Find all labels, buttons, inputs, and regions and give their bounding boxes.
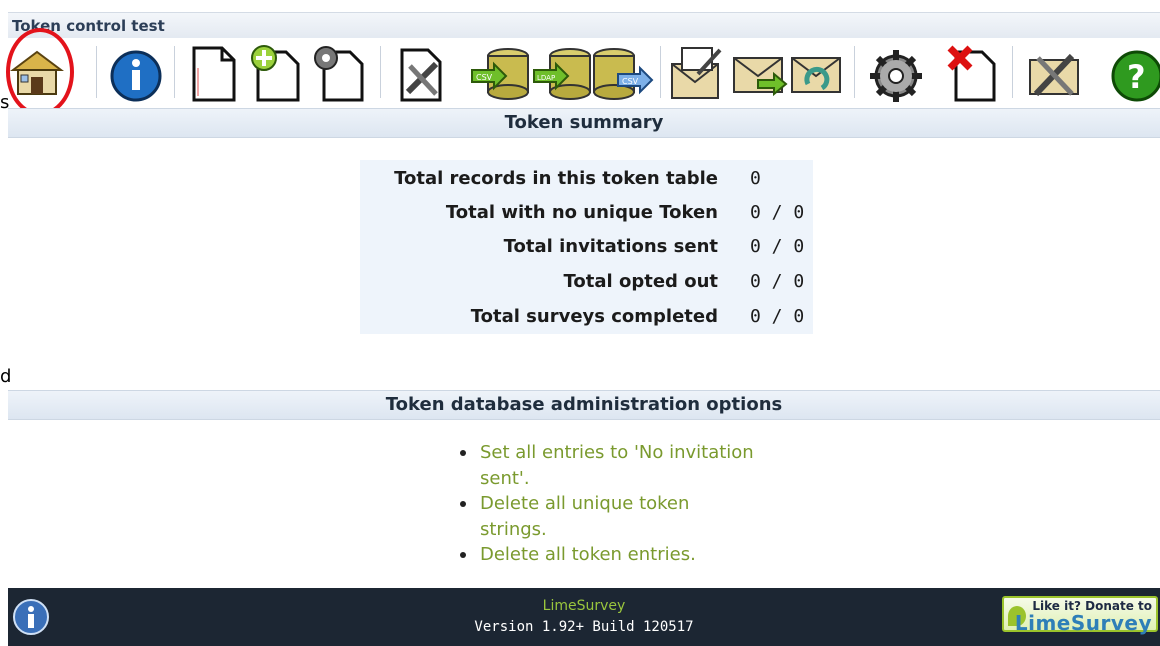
delete-tokens-link[interactable]: Delete all unique token strings. — [480, 493, 689, 540]
footer-version: Version 1.92+ Build 120517 — [474, 619, 694, 635]
row-label: Total opted out — [563, 271, 718, 292]
svg-text:LDAP: LDAP — [537, 74, 555, 82]
bullet — [460, 552, 466, 558]
toolbar: CSV LDAP CSV ? — [8, 38, 1160, 104]
list-item: Set all entries to 'No invitation sent'. — [454, 440, 754, 491]
token-summary-header: Token summary — [8, 108, 1160, 138]
invite-icon[interactable] — [668, 44, 726, 102]
row-label: Total with no unique Token — [445, 202, 718, 223]
row-value: 0 / 0 — [750, 236, 805, 257]
row-value: 0 / 0 — [750, 306, 805, 327]
donate-line-2: LimeSurvey — [1014, 611, 1152, 635]
row-label: Total invitations sent — [503, 236, 718, 257]
csv-export-icon[interactable]: CSV — [592, 44, 654, 102]
list-item: Delete all token entries. — [454, 542, 754, 568]
toolbar-separator — [854, 46, 855, 98]
csv-import-icon[interactable]: CSV — [468, 44, 532, 102]
settings-document-icon[interactable] — [310, 44, 368, 102]
svg-text:?: ? — [1127, 58, 1146, 96]
svg-text:CSV: CSV — [622, 77, 639, 86]
table-row: Total with no unique Token 0 / 0 — [360, 196, 813, 230]
document-icon[interactable] — [188, 44, 238, 102]
toolbar-separator — [1012, 46, 1013, 98]
table-row: Total records in this token table 0 — [360, 162, 813, 196]
toolbar-separator — [174, 46, 175, 98]
table-row: Total opted out 0 / 0 — [360, 265, 813, 299]
footer: LimeSurvey Version 1.92+ Build 120517 Li… — [8, 588, 1160, 646]
toolbar-separator — [660, 46, 661, 98]
tools-icon[interactable] — [394, 44, 448, 102]
delete-entries-link[interactable]: Delete all token entries. — [480, 544, 696, 565]
list-item: Delete all unique token strings. — [454, 491, 754, 542]
admin-options-header: Token database administration options — [8, 390, 1160, 420]
donate-button[interactable]: Like it? Donate to LimeSurvey — [1002, 596, 1158, 635]
row-value: 0 — [750, 168, 761, 189]
token-summary-table: Total records in this token table 0 Tota… — [360, 160, 813, 334]
reminder-mail-icon[interactable] — [788, 44, 846, 102]
section-heading: Token database administration options — [385, 394, 783, 415]
toolbar-separator — [96, 46, 97, 98]
ldap-import-icon[interactable]: LDAP — [532, 44, 594, 102]
home-highlight-circle — [6, 28, 74, 116]
row-label: Total surveys completed — [470, 306, 718, 327]
bullet — [460, 501, 466, 507]
row-value: 0 / 0 — [750, 271, 805, 292]
title-bar: Token control test — [8, 12, 1160, 39]
admin-options-list: Set all entries to 'No invitation sent'.… — [454, 440, 754, 568]
toolbar-separator — [380, 46, 381, 98]
row-value: 0 / 0 — [750, 202, 805, 223]
delete-document-icon[interactable] — [944, 44, 1000, 102]
help-icon[interactable]: ? — [1110, 44, 1160, 102]
table-row: Total invitations sent 0 / 0 — [360, 230, 813, 264]
table-row: Total surveys completed 0 / 0 — [360, 300, 813, 334]
edge-text: s — [0, 92, 10, 113]
app-frame: Token control test CSV LDAP CSV ? Token … — [6, 0, 1160, 646]
add-document-icon[interactable] — [248, 44, 306, 102]
reset-invitations-link[interactable]: Set all entries to 'No invitation sent'. — [480, 442, 754, 489]
row-label: Total records in this token table — [394, 168, 718, 189]
tools-icon[interactable] — [1026, 44, 1084, 102]
edge-text: d — [0, 366, 12, 387]
bullet — [460, 450, 466, 456]
gear-icon[interactable] — [868, 44, 924, 102]
info-icon[interactable] — [108, 44, 164, 102]
section-heading: Token summary — [504, 112, 664, 133]
footer-brand[interactable]: LimeSurvey — [8, 598, 1160, 614]
svg-text:CSV: CSV — [476, 73, 493, 82]
send-mail-icon[interactable] — [730, 44, 788, 102]
